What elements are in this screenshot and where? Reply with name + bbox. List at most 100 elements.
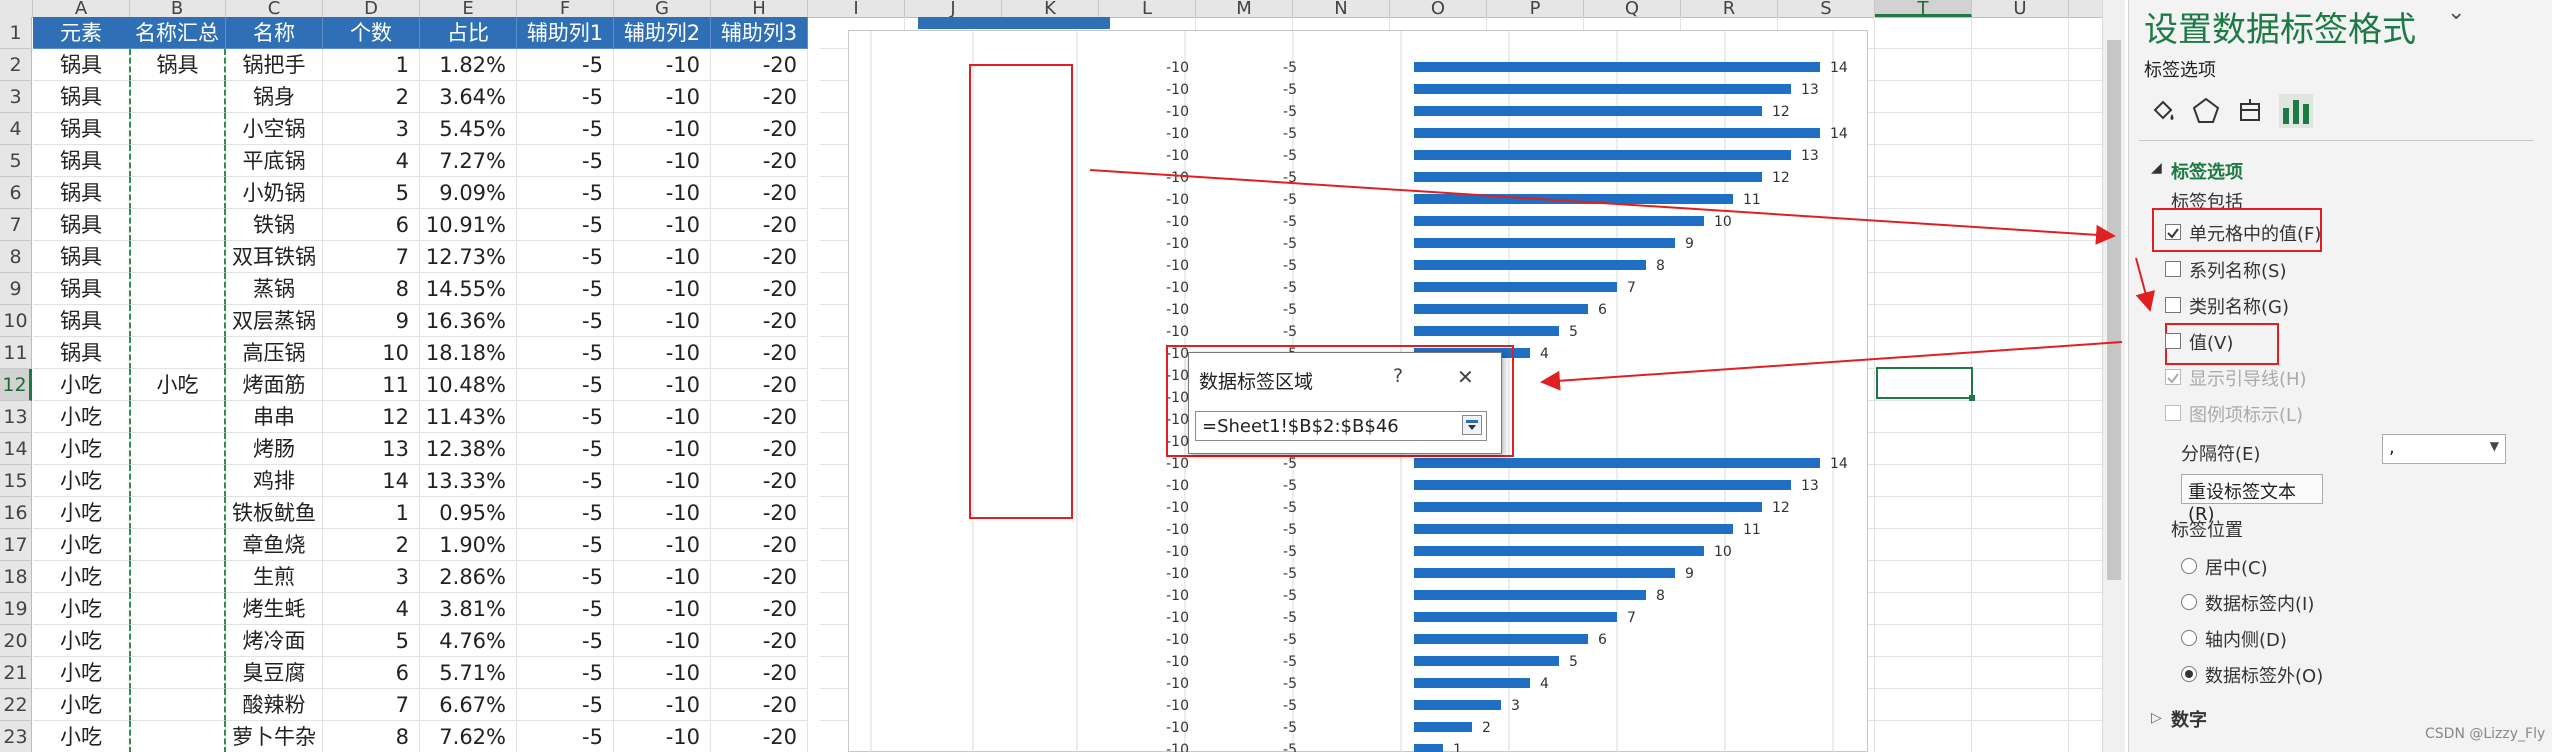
table-cell[interactable]: 锅具: [33, 113, 130, 145]
header-cell[interactable]: 名称汇总: [129, 17, 226, 49]
column-header-g[interactable]: G: [614, 0, 711, 17]
table-cell[interactable]: 铁板鱿鱼: [226, 497, 323, 529]
table-cell[interactable]: 双层蒸锅: [226, 305, 323, 337]
pos-inside-end-label[interactable]: 数据标签内(I): [2205, 590, 2314, 616]
table-cell[interactable]: 3: [323, 113, 420, 145]
table-cell[interactable]: -20: [711, 209, 808, 241]
column-header-j[interactable]: J: [905, 0, 1002, 17]
table-cell[interactable]: -5: [517, 145, 614, 177]
column-header-h[interactable]: H: [711, 0, 808, 17]
table-cell[interactable]: 6.67%: [420, 689, 517, 721]
table-cell[interactable]: 11.43%: [420, 401, 517, 433]
chart-bar[interactable]: [1414, 656, 1559, 666]
series-name-checkbox[interactable]: [2165, 261, 2181, 277]
table-cell[interactable]: 锅具: [33, 337, 130, 369]
table-cell[interactable]: -20: [711, 529, 808, 561]
table-cell[interactable]: 4: [323, 593, 420, 625]
row-header-8[interactable]: 8: [0, 241, 32, 273]
column-header-o[interactable]: O: [1390, 0, 1487, 17]
help-button[interactable]: ?: [1393, 365, 1403, 387]
table-cell[interactable]: 生煎: [226, 561, 323, 593]
table-cell[interactable]: 小吃: [33, 369, 130, 401]
table-cell[interactable]: [129, 337, 226, 369]
table-cell[interactable]: -10: [614, 657, 711, 689]
row-header-9[interactable]: 9: [0, 273, 32, 305]
expand-arrow-icon[interactable]: ◢: [2151, 160, 2162, 176]
table-cell[interactable]: 12: [323, 401, 420, 433]
table-cell[interactable]: 10.48%: [420, 369, 517, 401]
table-cell[interactable]: 串串: [226, 401, 323, 433]
column-header-s[interactable]: S: [1778, 0, 1875, 17]
row-header-1[interactable]: 1: [0, 17, 32, 49]
row-header-17[interactable]: 17: [0, 529, 32, 561]
table-cell[interactable]: 11: [323, 369, 420, 401]
table-cell[interactable]: -5: [517, 529, 614, 561]
table-cell[interactable]: 锅具: [33, 49, 130, 81]
table-cell[interactable]: -5: [517, 561, 614, 593]
table-cell[interactable]: -10: [614, 241, 711, 273]
table-cell[interactable]: -20: [711, 369, 808, 401]
table-cell[interactable]: 锅具: [33, 177, 130, 209]
table-cell[interactable]: 小吃: [33, 433, 130, 465]
header-cell[interactable]: 个数: [323, 17, 420, 49]
table-cell[interactable]: -5: [517, 273, 614, 305]
header-cell[interactable]: 辅助列1: [517, 17, 614, 49]
table-cell[interactable]: 8: [323, 721, 420, 752]
table-cell[interactable]: 锅具: [33, 209, 130, 241]
table-cell[interactable]: 酸辣粉: [226, 689, 323, 721]
chart-bar[interactable]: [1414, 216, 1704, 226]
chart-bar[interactable]: [1414, 458, 1820, 468]
table-cell[interactable]: -10: [614, 209, 711, 241]
table-cell[interactable]: [129, 305, 226, 337]
table-cell[interactable]: -20: [711, 113, 808, 145]
table-cell[interactable]: -20: [711, 497, 808, 529]
chart-bar[interactable]: [1414, 172, 1762, 182]
table-cell[interactable]: 9.09%: [420, 177, 517, 209]
header-cell[interactable]: 辅助列3: [711, 17, 808, 49]
table-cell[interactable]: -20: [711, 721, 808, 752]
table-cell[interactable]: -5: [517, 241, 614, 273]
table-cell[interactable]: -5: [517, 625, 614, 657]
fill-line-icon[interactable]: [2149, 96, 2179, 126]
row-header-12[interactable]: 12: [0, 369, 32, 401]
table-cell[interactable]: [129, 593, 226, 625]
row-header-5[interactable]: 5: [0, 145, 32, 177]
chart-bar[interactable]: [1414, 700, 1501, 710]
table-cell[interactable]: 锅具: [33, 145, 130, 177]
series-name-label[interactable]: 系列名称(S): [2189, 257, 2286, 283]
column-header-k[interactable]: K: [1002, 0, 1099, 17]
table-cell[interactable]: 3.64%: [420, 81, 517, 113]
table-cell[interactable]: -5: [517, 113, 614, 145]
table-cell[interactable]: 14.55%: [420, 273, 517, 305]
chart-bar[interactable]: [1414, 260, 1646, 270]
reset-label-text-button[interactable]: 重设标签文本(R): [2181, 474, 2323, 525]
dialog-close-button[interactable]: ✕: [1457, 365, 1474, 389]
table-cell[interactable]: [129, 561, 226, 593]
chart-bar[interactable]: [1414, 480, 1791, 490]
table-cell[interactable]: 烤生蚝: [226, 593, 323, 625]
table-cell[interactable]: -20: [711, 401, 808, 433]
table-cell[interactable]: 14: [323, 465, 420, 497]
table-cell[interactable]: 铁锅: [226, 209, 323, 241]
column-header-t[interactable]: T: [1875, 0, 1972, 17]
category-name-checkbox[interactable]: [2165, 297, 2181, 313]
table-cell[interactable]: -10: [614, 337, 711, 369]
table-cell[interactable]: [129, 529, 226, 561]
separator-dropdown[interactable]: , ▼: [2382, 434, 2506, 464]
pane-collapse-icon[interactable]: ⌄: [2447, 0, 2465, 25]
column-header-m[interactable]: M: [1196, 0, 1293, 17]
table-cell[interactable]: -20: [711, 241, 808, 273]
table-cell[interactable]: 1: [323, 49, 420, 81]
table-cell[interactable]: 13.33%: [420, 465, 517, 497]
table-cell[interactable]: -20: [711, 593, 808, 625]
table-cell[interactable]: [129, 401, 226, 433]
cell-value-label[interactable]: 单元格中的值(F): [2189, 220, 2321, 246]
chart-bar[interactable]: [1414, 238, 1675, 248]
table-cell[interactable]: [129, 657, 226, 689]
table-cell[interactable]: 锅具: [33, 241, 130, 273]
table-cell[interactable]: -20: [711, 433, 808, 465]
row-header-3[interactable]: 3: [0, 81, 32, 113]
table-cell[interactable]: -5: [517, 689, 614, 721]
chart-bar[interactable]: [1414, 568, 1675, 578]
table-cell[interactable]: [129, 81, 226, 113]
